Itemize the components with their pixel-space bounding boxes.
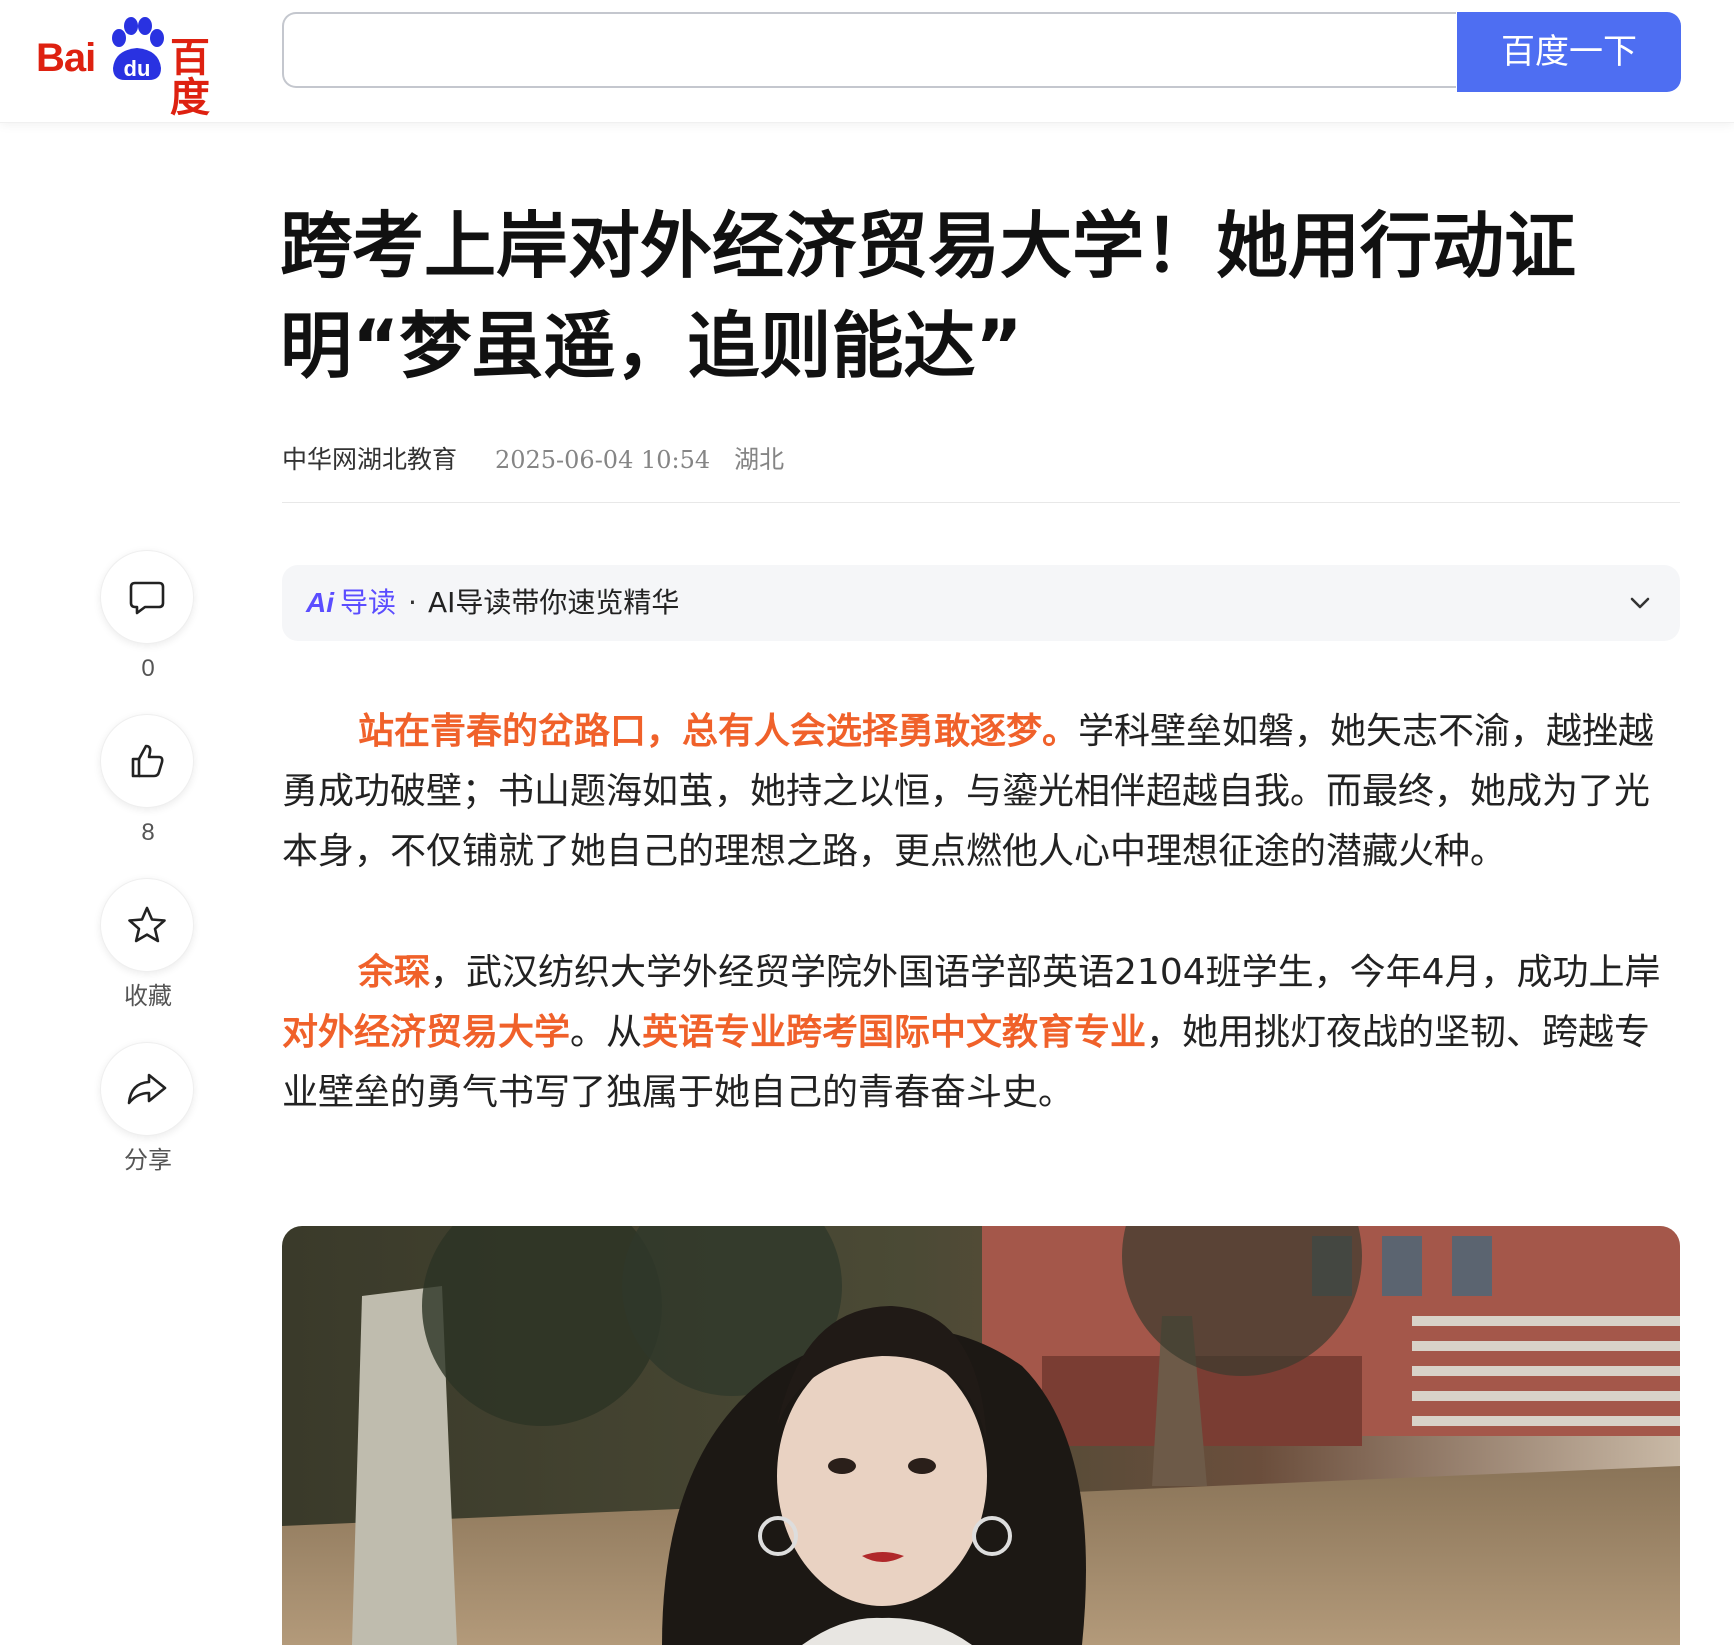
comment-button[interactable] [100, 550, 194, 644]
highlight-major: 英语专业跨考国际中文教育专业 [642, 1012, 1147, 1053]
article-date: 2025-06-04 10:54 [494, 446, 711, 474]
chevron-down-icon[interactable] [1626, 589, 1654, 617]
thumbs-up-icon [131, 744, 164, 778]
side-action-comment: 0 [100, 550, 196, 684]
article-paragraph-2: 余琛，武汉纺织大学外经贸学院外国语学部英语2104班学生，今年4月，成功上岸对外… [282, 943, 1682, 1123]
article-region: 湖北 [734, 445, 785, 474]
paragraph-text: 。从 [570, 1012, 643, 1053]
article-source[interactable]: 中华网湖北教育 [282, 445, 457, 474]
share-icon [127, 1073, 167, 1105]
meta-divider [282, 502, 1680, 503]
logo-text-du: du [123, 56, 151, 81]
search-input[interactable] [284, 14, 1456, 86]
top-header: Bai du 百度 百度一下 [0, 0, 1734, 123]
favorite-button[interactable] [100, 878, 194, 972]
star-icon [128, 906, 166, 943]
side-action-favorite: 收藏 [100, 878, 196, 1012]
article-photo[interactable] [282, 1226, 1680, 1645]
ai-logo-icon: Ai [306, 587, 334, 618]
like-button[interactable] [100, 714, 194, 808]
logo-text-bai: Bai [36, 36, 96, 80]
article-title: 跨考上岸对外经济贸易大学！她用行动证明“梦虽遥，追则能达” [280, 204, 1577, 388]
article-paragraph-1: 站在青春的岔路口，总有人会选择勇敢逐梦。学科壁垒如磐，她矢志不渝，越挫越勇成功破… [282, 702, 1682, 882]
like-count: 8 [141, 819, 155, 846]
ai-reader-text: AI导读带你速览精华 [428, 586, 680, 619]
highlight-text: 站在青春的岔路口，总有人会选择勇敢逐梦。 [358, 711, 1079, 752]
comment-icon [129, 581, 165, 615]
ai-reader-bar[interactable]: Ai 导读 · AI导读带你速览精华 [282, 565, 1680, 641]
highlight-name: 余琛 [358, 952, 431, 993]
logo-text-baidu-cn: 百度 [170, 35, 210, 121]
baidu-logo[interactable]: Bai du 百度 [36, 16, 246, 118]
paw-icon: du [105, 16, 169, 82]
side-action-like: 8 [100, 714, 196, 848]
search-button[interactable]: 百度一下 [1457, 12, 1681, 92]
paragraph-text: ，武汉纺织大学外经贸学院外国语学部英语2104班学生，今年4月，成功上岸 [430, 952, 1661, 993]
comment-count: 0 [141, 655, 155, 682]
side-action-share: 分享 [100, 1042, 196, 1176]
search-box [282, 12, 1456, 88]
favorite-label: 收藏 [124, 983, 172, 1010]
share-label: 分享 [124, 1147, 172, 1174]
share-button[interactable] [100, 1042, 194, 1136]
ai-reader-separator: · [408, 586, 417, 619]
highlight-university: 对外经济贸易大学 [282, 1012, 571, 1053]
article-meta: 中华网湖北教育 2025-06-04 10:54 湖北 [282, 440, 784, 480]
ai-reader-label: 导读 [340, 586, 397, 619]
